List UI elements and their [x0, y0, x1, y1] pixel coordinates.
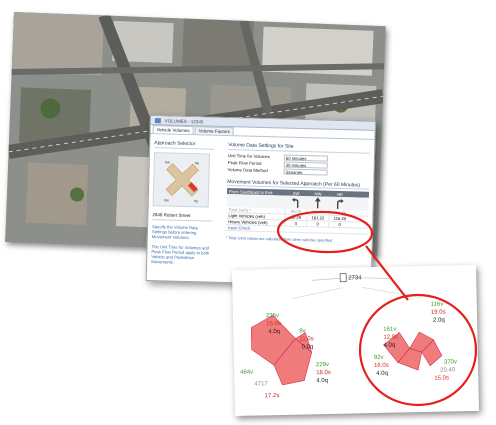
queue-label: 0.0q — [302, 344, 314, 350]
footnote: * Total (veh) values are calculated from… — [225, 236, 332, 243]
volume-label: 92v — [374, 355, 384, 361]
window-title: VOLUMES - 12345 — [164, 118, 204, 125]
volume-label: 116v — [431, 302, 444, 308]
intersection-diagram: NW NE SW SE — [164, 160, 200, 203]
delay-label: 12.9s — [383, 335, 398, 341]
delay-label: 16.0s — [374, 363, 389, 369]
queue-label: 2.0q — [433, 318, 445, 324]
queue-label: 4.0q — [384, 343, 396, 349]
volume-label: 8v — [299, 328, 305, 334]
delay-label: 15.0s — [266, 321, 281, 327]
queue-label: 4.0q — [316, 378, 328, 384]
help-text-2: The Unit Time for Volumes and Peak Flow … — [151, 243, 210, 265]
unit-time-input[interactable]: 60 minutes — [283, 154, 329, 162]
volume-settings-panel: Volume Data Settings for Site Unit Time … — [226, 142, 371, 244]
volume-label: 229v — [316, 362, 329, 368]
peak-flow-input[interactable]: 30 minutes — [283, 161, 328, 169]
app-icon — [154, 118, 161, 124]
straight-arrow-icon — [307, 196, 329, 210]
approach-selector[interactable]: NW NE SW SE — [152, 152, 211, 208]
approach-selector-title: Approach Selector — [154, 140, 215, 150]
data-method-select[interactable]: Separate — [283, 168, 328, 176]
turn-right-icon — [329, 197, 351, 211]
total-label: 4717 — [254, 381, 268, 387]
data-method-label: Volume Data Method — [227, 167, 268, 174]
approach-label-ne[interactable]: NE — [195, 161, 200, 165]
volume-label: 484v — [240, 370, 253, 376]
tab-vehicle-volumes[interactable]: Vehicle Volumes — [152, 125, 194, 135]
volumes-window: VOLUMES - 12345 Vehicle Volumes Volume F… — [145, 115, 376, 287]
movement-grid: From SouthEast to Exit: SW NW NE Total (… — [225, 188, 370, 235]
movement-diagram-svg: 2734 235v 15.0s 4.0q 8v 11.0s 0.0q 229v … — [240, 273, 457, 399]
delay-label: 11.0s — [299, 336, 313, 342]
delay-label: 17.2s — [265, 393, 280, 399]
approach-label-sw[interactable]: SW — [164, 198, 169, 202]
cell-input[interactable]: 0 — [328, 221, 351, 228]
queue-label: 4.0q — [376, 371, 388, 377]
volume-label: 235v — [266, 313, 279, 319]
movement-diagram: 2734 235v 15.0s 4.0q 8v 11.0s 0.0q 229v … — [232, 264, 480, 416]
total-label: 20.40 — [440, 367, 456, 373]
cell-input[interactable]: 116.40 — [328, 215, 351, 222]
help-text-1: Specify the Volume Data Settings before … — [151, 224, 198, 241]
delay-label: 19.0s — [431, 310, 446, 316]
volume-label: 370v — [444, 359, 457, 365]
cell-input[interactable]: 161.22 — [306, 215, 329, 221]
delay-label: 15.0s — [434, 375, 449, 381]
tab-volume-factors[interactable]: Volume Factors — [194, 126, 235, 136]
row-label[interactable]: Input Check — [226, 225, 284, 232]
volume-label: 161v — [383, 327, 396, 333]
approach-panel: Approach Selector NW NE SW SE 2848 Rober… — [151, 140, 215, 266]
node-icon — [339, 273, 347, 283]
cell-input[interactable]: 0 — [306, 221, 329, 227]
cell-input[interactable]: 92.25 — [284, 214, 307, 221]
node-label: 2734 — [348, 275, 362, 281]
turn-left-icon — [285, 196, 307, 210]
cell-value: 161.00 — [306, 209, 329, 215]
queue-label: 4.0q — [268, 329, 280, 335]
cell-value: 96.00 — [284, 208, 307, 215]
cell-value: 116.40 — [328, 209, 351, 216]
delay-label: 18.0s — [316, 370, 331, 376]
approach-label-nw[interactable]: NW — [165, 160, 170, 164]
site-name: 2848 Robert Street — [152, 212, 213, 222]
approach-label-se[interactable]: SE — [194, 199, 198, 203]
cell-input[interactable]: 4 — [284, 220, 307, 227]
